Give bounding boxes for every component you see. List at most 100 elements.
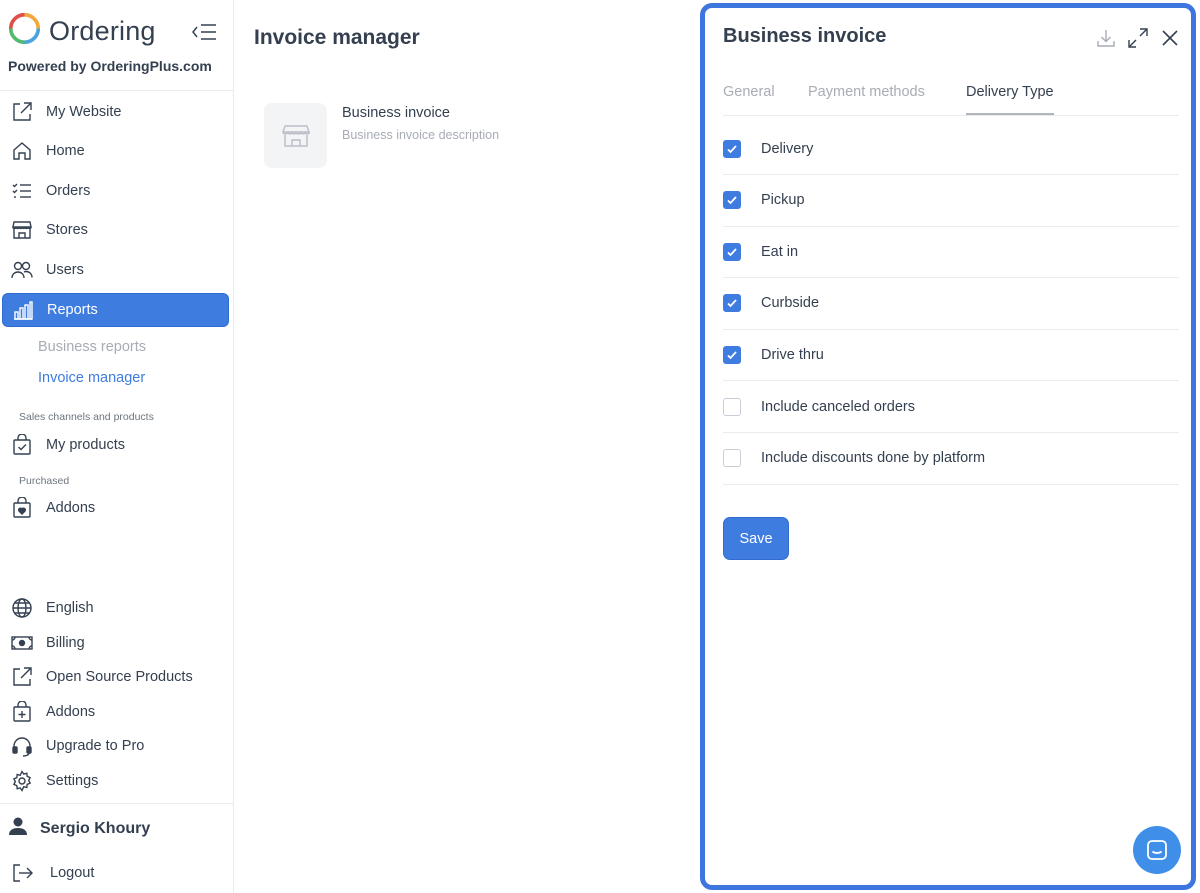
sidebar-item-label: Upgrade to Pro <box>46 738 145 754</box>
page-title: Invoice manager <box>254 26 420 49</box>
checkbox[interactable] <box>723 449 741 468</box>
sidebar-item-label: Addons <box>46 500 96 516</box>
sidebar-item-settings[interactable]: Settings <box>2 764 229 798</box>
cash-icon <box>10 631 34 655</box>
sidebar-item-label: Addons <box>46 704 96 720</box>
sidebar-subitem-invoice-manager[interactable]: Invoice manager <box>38 370 145 386</box>
download-button[interactable] <box>1093 25 1119 51</box>
expand-button[interactable] <box>1125 25 1151 51</box>
delivery-option-row[interactable]: Curbside <box>723 278 1179 330</box>
invoice-detail-panel: Business invoice General Payment methods… <box>700 3 1196 890</box>
chat-button[interactable] <box>1133 826 1181 874</box>
delivery-option-row[interactable]: Delivery <box>723 123 1179 175</box>
sidebar-item-home[interactable]: Home <box>2 134 229 168</box>
divider <box>0 803 233 804</box>
sidebar-item-my-website[interactable]: My Website <box>2 95 229 129</box>
panel-title: Business invoice <box>723 25 887 47</box>
tab-delivery-type[interactable]: Delivery Type <box>966 84 1054 115</box>
users-icon <box>10 258 34 282</box>
user-profile[interactable]: Sergio Khoury <box>8 816 150 841</box>
sidebar-item-label: Open Source Products <box>46 669 193 685</box>
delivery-option-row[interactable]: Include canceled orders <box>723 381 1179 433</box>
chat-icon <box>1147 840 1167 860</box>
sidebar-item-addons[interactable]: Addons <box>2 695 229 729</box>
tab-general[interactable]: General <box>723 84 775 113</box>
globe-icon <box>10 596 34 620</box>
sidebar-item-users[interactable]: Users <box>2 253 229 287</box>
option-label: Pickup <box>761 192 805 209</box>
card-thumbnail <box>264 103 327 168</box>
delivery-option-row[interactable]: Include discounts done by platform <box>723 433 1179 485</box>
sidebar-subitem-business-reports[interactable]: Business reports <box>38 339 146 355</box>
sidebar-item-label: Stores <box>46 222 88 238</box>
sidebar-item-label: Billing <box>46 635 85 651</box>
shop-icon <box>10 218 34 242</box>
external-link-icon <box>10 100 34 124</box>
divider <box>0 90 233 91</box>
list-icon <box>10 179 34 203</box>
sidebar-item-upgrade[interactable]: Upgrade to Pro <box>2 729 229 763</box>
checkbox[interactable] <box>723 345 741 364</box>
close-button[interactable] <box>1157 25 1183 51</box>
delivery-option-row[interactable]: Eat in <box>723 226 1179 279</box>
option-label: Curbside <box>761 295 820 312</box>
card-description: Business invoice description <box>342 128 500 142</box>
headset-icon <box>10 734 34 758</box>
panel-tabs: General Payment methods Delivery Type <box>723 78 1179 116</box>
gear-icon <box>10 769 34 793</box>
sidebar-item-reports[interactable]: Reports <box>2 293 229 327</box>
checkmark-icon <box>727 248 737 256</box>
sidebar-item-logout[interactable]: Logout <box>2 856 229 890</box>
checkbox[interactable] <box>723 191 741 210</box>
close-icon <box>1162 30 1178 46</box>
option-label: Delivery <box>761 140 814 157</box>
sidebar-item-stores[interactable]: Stores <box>2 213 229 247</box>
sidebar-item-label: My Website <box>46 104 122 120</box>
sidebar-item-my-products[interactable]: My products <box>2 428 229 462</box>
section-label-purchased: Purchased <box>19 475 70 487</box>
download-icon <box>1097 30 1115 47</box>
option-label: Include canceled orders <box>761 398 915 415</box>
checkbox[interactable] <box>723 294 741 313</box>
sidebar-item-language[interactable]: English <box>2 591 229 625</box>
powered-by-text: Powered by OrderingPlus.com <box>8 58 212 74</box>
option-label: Drive thru <box>761 346 824 363</box>
checkmark-icon <box>727 299 737 308</box>
user-name: Sergio Khoury <box>40 819 151 837</box>
checkbox[interactable] <box>723 139 741 158</box>
sidebar-item-label: Settings <box>46 773 99 789</box>
sidebar-item-open-source[interactable]: Open Source Products <box>2 660 229 694</box>
sidebar-item-label: My products <box>46 437 125 453</box>
section-label-sales: Sales channels and products <box>19 411 154 423</box>
bag-plus-icon <box>10 700 34 724</box>
home-icon <box>10 139 34 163</box>
sidebar-item-label: Users <box>46 262 84 278</box>
delivery-option-row[interactable]: Drive thru <box>723 329 1179 382</box>
sidebar-item-addons-purchased[interactable]: Addons <box>2 491 229 525</box>
bag-heart-icon <box>10 496 34 520</box>
invoice-card[interactable]: Business invoice Business invoice descri… <box>264 103 499 168</box>
checkbox[interactable] <box>723 397 741 416</box>
external-link-icon <box>10 665 34 689</box>
bar-chart-icon <box>11 298 35 322</box>
brand-name: Ordering <box>49 15 156 46</box>
sidebar-item-billing[interactable]: Billing <box>2 626 229 660</box>
sidebar-item-label: Logout <box>50 865 95 881</box>
sidebar-item-orders[interactable]: Orders <box>2 174 229 208</box>
brand[interactable]: Ordering <box>8 12 156 50</box>
option-label: Include discounts done by platform <box>761 450 986 467</box>
collapse-sidebar-button[interactable] <box>189 20 219 44</box>
checkmark-icon <box>727 351 737 360</box>
expand-icon <box>1128 28 1148 48</box>
store-placeholder-icon <box>281 124 310 147</box>
delivery-option-row[interactable]: Pickup <box>723 175 1179 227</box>
option-label: Eat in <box>761 243 799 260</box>
checkmark-icon <box>727 144 737 153</box>
checkbox[interactable] <box>723 242 741 261</box>
save-button[interactable]: Save <box>723 517 789 560</box>
sidebar-item-label: English <box>46 600 94 616</box>
ordering-logo-icon <box>8 12 41 50</box>
sidebar-item-label: Orders <box>46 183 91 199</box>
tab-payment-methods[interactable]: Payment methods <box>808 84 925 113</box>
logout-icon <box>10 861 34 885</box>
